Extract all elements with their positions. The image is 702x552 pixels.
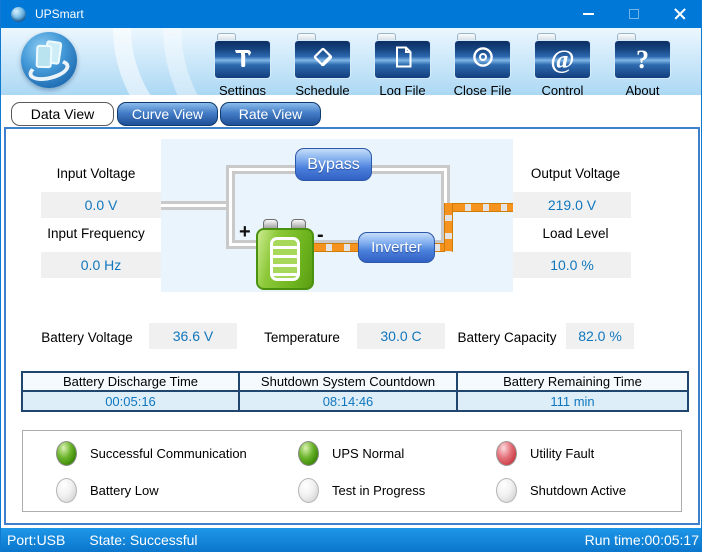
status-bar: Port:USB State: Successful Run time:00:0…: [1, 528, 701, 552]
close-icon: [673, 7, 687, 21]
toolbar: Settings Schedule Log File Close File @ …: [1, 28, 701, 95]
hammer-icon: [230, 44, 256, 75]
led-icon: [496, 441, 517, 466]
close-button[interactable]: [657, 0, 701, 28]
indicator-utility-fault: Utility Fault: [496, 441, 594, 466]
input-frequency-label: Input Frequency: [47, 226, 145, 241]
inverter-riser-flow: [444, 203, 453, 252]
maximize-icon: [629, 9, 639, 19]
led-icon: [496, 478, 517, 503]
output-voltage-value: 219.0 V: [513, 192, 631, 218]
output-voltage-label: Output Voltage: [530, 166, 621, 181]
battery-icon: [256, 228, 314, 290]
indicator-successful-communication: Successful Communication: [56, 441, 247, 466]
battery-discharge-time-value: 00:05:16: [23, 392, 238, 410]
tab-rate-view[interactable]: Rate View: [220, 102, 321, 126]
led-icon: [56, 478, 77, 503]
close-file-label: Close File: [453, 83, 512, 95]
shutdown-countdown-value: 08:14:46: [238, 392, 456, 410]
about-label: About: [625, 83, 660, 95]
minimize-button[interactable]: [565, 0, 611, 28]
indicator-test-in-progress: Test in Progress: [298, 478, 425, 503]
battery-voltage-value: 36.6 V: [149, 323, 237, 349]
input-voltage-label: Input Voltage: [56, 166, 136, 181]
window-title: UPSmart: [35, 7, 84, 21]
bypass-button[interactable]: Bypass: [295, 148, 372, 181]
status-indicator-panel: Successful Communication UPS Normal Util…: [22, 430, 682, 512]
output-flow: [453, 203, 513, 212]
battery-minus-sign: -: [317, 224, 324, 246]
disc-icon: [470, 44, 496, 75]
schedule-label: Schedule: [295, 83, 350, 95]
settings-label: Settings: [219, 83, 266, 95]
schedule-button[interactable]: Schedule: [294, 33, 351, 95]
control-button[interactable]: @ Control: [534, 33, 591, 95]
input-voltage-value: 0.0 V: [41, 192, 161, 218]
shutdown-countdown-header: Shutdown System Countdown: [238, 373, 456, 392]
title-bar: UPSmart: [1, 0, 701, 28]
temperature-label: Temperature: [264, 330, 340, 345]
led-icon: [56, 441, 77, 466]
app-icon: [11, 6, 26, 22]
settings-button[interactable]: Settings: [214, 33, 271, 95]
battery-discharge-time-header: Battery Discharge Time: [23, 373, 238, 392]
upsmart-window: UPSmart Settings Schedule Log File Close…: [0, 0, 702, 552]
indicator-battery-low: Battery Low: [56, 478, 159, 503]
input-pipe: [161, 201, 234, 210]
log-file-label: Log File: [379, 83, 426, 95]
temperature-value: 30.0 C: [357, 323, 445, 349]
tab-data-view[interactable]: Data View: [11, 102, 114, 126]
close-file-button[interactable]: Close File: [454, 33, 511, 95]
maximize-button[interactable]: [611, 0, 657, 28]
log-file-button[interactable]: Log File: [374, 33, 431, 95]
data-view-panel: Input Voltage 0.0 V Input Frequency 0.0 …: [4, 127, 700, 525]
load-level-label: Load Level: [542, 226, 609, 241]
connection-state: State: Successful: [89, 532, 198, 548]
port-status: Port:USB: [7, 532, 66, 548]
inverter-button[interactable]: Inverter: [358, 232, 435, 263]
upsmart-logo-icon: [21, 32, 77, 88]
battery-capacity-value: 82.0 %: [566, 323, 634, 349]
run-time: Run time:00:05:17: [584, 532, 699, 548]
battery-plus-sign: +: [239, 221, 251, 243]
battery-voltage-label: Battery Voltage: [41, 330, 133, 345]
indicator-shutdown-active: Shutdown Active: [496, 478, 626, 503]
control-label: Control: [541, 83, 584, 95]
load-level-value: 10.0 %: [513, 252, 631, 278]
led-icon: [298, 478, 319, 503]
led-icon: [298, 441, 319, 466]
input-frequency-value: 0.0 Hz: [41, 252, 161, 278]
minimize-icon: [582, 13, 594, 15]
timers-table: Battery Discharge Time Shutdown System C…: [21, 371, 689, 412]
about-button[interactable]: ? About: [614, 33, 671, 95]
pencil-diamond-icon: [310, 44, 336, 75]
document-icon: [390, 44, 416, 75]
battery-capacity-label: Battery Capacity: [457, 330, 557, 345]
indicator-ups-normal: UPS Normal: [298, 441, 404, 466]
battery-remaining-time-value: 111 min: [456, 392, 687, 410]
question-mark-icon: ?: [636, 44, 649, 74]
at-sign-icon: @: [550, 44, 575, 74]
tab-curve-view[interactable]: Curve View: [117, 102, 218, 126]
battery-remaining-time-header: Battery Remaining Time: [456, 373, 687, 392]
